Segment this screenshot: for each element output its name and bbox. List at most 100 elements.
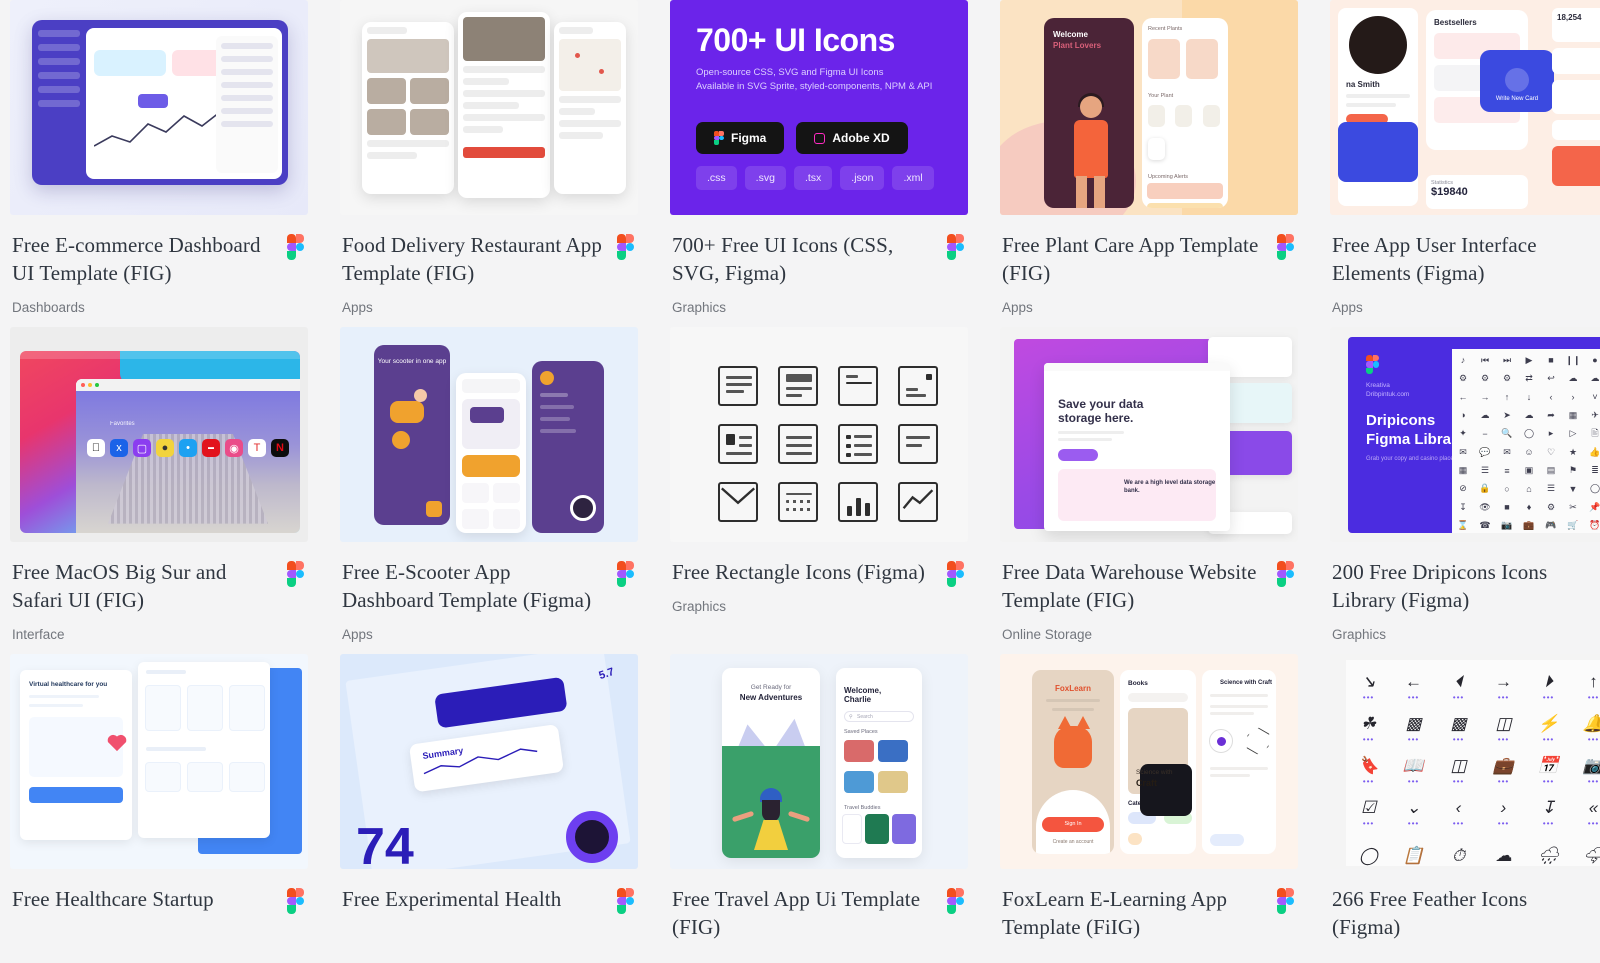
card-category[interactable]: Apps (342, 300, 636, 315)
resource-card[interactable]: Summary 74 5.7 Free Experimental Health (340, 654, 638, 963)
line-chart-icon (898, 482, 938, 522)
card-category[interactable]: Interface (12, 627, 306, 642)
card-title[interactable]: 200 Free Dripicons Icons Library (Figma) (1332, 558, 1600, 614)
create-account-link[interactable]: Create an account (1032, 839, 1114, 845)
new-card-tile[interactable]: Write New Card (1480, 50, 1554, 112)
thumbnail-rectangle-icons[interactable] (670, 327, 968, 542)
card-category[interactable]: Apps (342, 627, 636, 642)
filter-icon: ▼ (1568, 483, 1578, 494)
card-title[interactable]: 700+ Free UI Icons (CSS, SVG, Figma) (672, 231, 966, 287)
resource-card[interactable]: Virtual healthcare for you Free Healthca… (10, 654, 308, 963)
resource-card[interactable]: Favorites  x ▢ ● • ▬ ◉ T N (10, 327, 308, 654)
figma-logo-icon (617, 888, 634, 914)
favorites-row:  x ▢ ● • ▬ ◉ T N (87, 439, 289, 457)
search-input[interactable]: ⚲ Search (844, 711, 914, 722)
app-icon[interactable]: ● (156, 439, 174, 457)
card-title[interactable]: Free Experimental Health (342, 885, 636, 913)
thumbnail-dripicons[interactable]: Kreativa Dribpintuk.com Dripicons Figma … (1330, 327, 1600, 542)
download-icon: ↧ (1459, 501, 1467, 512)
thumbnail-feather-icons[interactable]: ↘ ••• ← ••• ⏴ ••• → ••• ⏵ ••• ↑ ••• ☘ ••• ▩ ••• … (1330, 654, 1600, 869)
desktop-wallpaper: Favorites  x ▢ ● • ▬ ◉ T N (20, 351, 300, 533)
resource-card[interactable]: Get Ready for New Adventures Welcome, Ch… (670, 654, 968, 963)
stop-icon: ■ (1548, 355, 1554, 366)
card-title[interactable]: Free E-Scooter App Dashboard Template (F… (342, 558, 636, 614)
card-title[interactable]: 266 Free Feather Icons (Figma) (1332, 885, 1600, 941)
resource-card[interactable]: Free Rectangle Icons (Figma) Graphics (670, 327, 968, 654)
x-icon[interactable]: x (110, 439, 128, 457)
figma-logo-icon (947, 888, 964, 914)
thumbnail-plant-care[interactable]: Welcome Plant Lovers Recent Plants Your … (1000, 0, 1298, 215)
resource-card[interactable]: Welcome Plant Lovers Recent Plants Your … (1000, 0, 1298, 327)
apple-icon[interactable]:  (87, 439, 105, 457)
tesla-icon[interactable]: T (248, 439, 266, 457)
close-icon[interactable] (81, 383, 85, 387)
card-category[interactable]: Graphics (672, 300, 966, 315)
thumbnail-foxlearn-app[interactable]: FoxLearn Sign In Create an account Books… (1000, 654, 1298, 869)
thumbnail-ecommerce-dashboard[interactable] (10, 0, 308, 215)
thumbnail-experimental-health[interactable]: Summary 74 5.7 (340, 654, 638, 869)
adobe-xd-icon (814, 132, 826, 144)
thumbnail-ui-icons-promo[interactable]: 700+ UI Icons Open-source CSS, SVG and F… (670, 0, 968, 215)
thumbnail-healthcare-startup[interactable]: Virtual healthcare for you (10, 654, 308, 869)
resource-card[interactable]: 700+ UI Icons Open-source CSS, SVG and F… (670, 0, 968, 327)
figma-download-button[interactable]: Figma (696, 122, 785, 154)
thumbnail-escooter-app[interactable]: Your scooter in one app (340, 327, 638, 542)
resource-card[interactable]: na Smith Bestsellers Write New Card 18,2… (1330, 0, 1600, 327)
format-chip[interactable]: .css (696, 166, 737, 190)
card-category[interactable]: Dashboards (12, 300, 306, 315)
adobexd-download-button[interactable]: Adobe XD (796, 122, 908, 154)
resource-card[interactable]: Free E-commerce Dashboard UI Template (F… (10, 0, 308, 327)
card-title[interactable]: FoxLearn E-Learning App Template (FiIG) (1002, 885, 1296, 941)
card-title[interactable]: Free Data Warehouse Website Template (FI… (1002, 558, 1296, 614)
minimize-icon[interactable] (88, 383, 92, 387)
plus-icon (1505, 68, 1529, 92)
diamond-icon: ♦ (1526, 502, 1532, 513)
chevrons-left-icon: « (1588, 797, 1599, 817)
resource-card[interactable]: Your scooter in one app Free E-Scooter A… (340, 327, 638, 654)
resource-card[interactable]: Food Delivery Restaurant App Template (F… (340, 0, 638, 327)
format-chip[interactable]: .svg (744, 166, 786, 190)
physics-chip[interactable] (1210, 834, 1244, 846)
card-title[interactable]: Free Plant Care App Template (FIG) (1002, 231, 1296, 287)
card-title[interactable]: Food Delivery Restaurant App Template (F… (342, 231, 636, 287)
pin-icon: 📌 (1589, 501, 1600, 512)
battery-icon: ■ (1504, 502, 1510, 513)
search-icon: 🔍 (1501, 428, 1513, 439)
app-icon[interactable]: ▢ (133, 439, 151, 457)
signin-button[interactable]: Sign In (1042, 817, 1104, 832)
thumbnail-data-warehouse[interactable]: Save your data storage here. We are a hi… (1000, 327, 1298, 542)
thumbnail-travel-app[interactable]: Get Ready for New Adventures Welcome, Ch… (670, 654, 968, 869)
calendar-icon: 📅 (1537, 755, 1560, 775)
card-category[interactable]: Graphics (1332, 627, 1600, 642)
app-icon[interactable]: ▬ (202, 439, 220, 457)
resource-card[interactable]: ↘ ••• ← ••• ⏴ ••• → ••• ⏵ ••• ↑ ••• ☘ ••• ▩ ••• … (1330, 654, 1600, 963)
card-category[interactable]: Apps (1002, 300, 1296, 315)
resource-card[interactable]: FoxLearn Sign In Create an account Books… (1000, 654, 1298, 963)
thumbnail-app-ui-elements[interactable]: na Smith Bestsellers Write New Card 18,2… (1330, 0, 1600, 215)
twitter-icon[interactable]: • (179, 439, 197, 457)
pause-icon: ❙❙ (1565, 354, 1581, 365)
thumbnail-macos-big-sur[interactable]: Favorites  x ▢ ● • ▬ ◉ T N (10, 327, 308, 542)
format-chip[interactable]: .json (840, 166, 885, 190)
dribbble-icon[interactable]: ◉ (225, 439, 243, 457)
format-chip[interactable]: .tsx (793, 166, 833, 190)
card-title[interactable]: Free E-commerce Dashboard UI Template (F… (12, 231, 306, 287)
card-title[interactable]: Free App User Interface Elements (Figma) (1332, 231, 1600, 287)
cta-button[interactable] (1058, 449, 1098, 461)
card-title[interactable]: Free MacOS Big Sur and Safari UI (FIG) (12, 558, 306, 614)
thumbnail-food-delivery[interactable] (340, 0, 638, 215)
format-chip[interactable]: .xml (892, 166, 934, 190)
card-title[interactable]: Free Healthcare Startup (12, 885, 306, 913)
card-title[interactable]: Free Travel App Ui Template (FIG) (672, 885, 966, 941)
resource-card[interactable]: Save your data storage here. We are a hi… (1000, 327, 1298, 654)
arrow-left-icon: ← (1405, 671, 1422, 691)
netflix-icon[interactable]: N (271, 439, 289, 457)
card-category[interactable]: Online Storage (1002, 627, 1296, 642)
card-category[interactable]: Apps (1332, 300, 1600, 315)
maximize-icon[interactable] (95, 383, 99, 387)
resource-card[interactable]: Kreativa Dribpintuk.com Dripicons Figma … (1330, 327, 1600, 654)
arrow-up-icon: ↑ (1504, 391, 1510, 402)
skip-back-icon: ⏮ (1480, 354, 1490, 365)
card-category[interactable]: Graphics (672, 599, 966, 614)
card-title[interactable]: Free Rectangle Icons (Figma) (672, 558, 966, 586)
